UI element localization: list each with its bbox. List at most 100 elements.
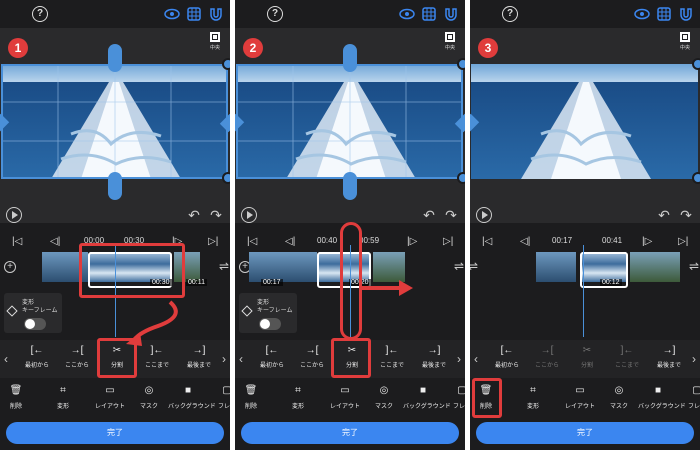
prev-frame-icon[interactable]: ◁| bbox=[50, 236, 60, 247]
chevron-left-icon[interactable]: ‹ bbox=[4, 352, 8, 366]
help-icon[interactable]: ? bbox=[32, 6, 48, 22]
chevron-left-icon[interactable]: ‹ bbox=[474, 352, 478, 366]
rotate-handle[interactable] bbox=[692, 58, 700, 70]
tool-background[interactable]: ■ バックグラウンド bbox=[168, 384, 216, 410]
step-badge: 1 bbox=[8, 38, 28, 58]
action-to-end[interactable]: →] 最後まで bbox=[654, 344, 684, 369]
undo-icon[interactable]: ↶ bbox=[421, 207, 437, 223]
keyframe-panel: 変形 キーフレーム bbox=[239, 293, 297, 333]
swap-icon[interactable]: ⇌ bbox=[454, 259, 464, 273]
tool-mask[interactable]: ◎ マスク bbox=[136, 384, 162, 410]
fit-button[interactable]: 中央 bbox=[443, 32, 457, 54]
keyframe-diamond-icon[interactable] bbox=[6, 305, 18, 317]
eye-icon[interactable] bbox=[164, 6, 180, 22]
video-frame[interactable] bbox=[471, 64, 698, 179]
rotate-handle[interactable] bbox=[222, 58, 230, 70]
redo-icon[interactable]: ↷ bbox=[208, 207, 224, 223]
action-to-start[interactable]: [← 最初から bbox=[257, 344, 287, 369]
magnet-icon[interactable] bbox=[678, 6, 694, 22]
grid-icon[interactable] bbox=[421, 6, 437, 22]
keyframe-diamond-icon[interactable] bbox=[241, 305, 253, 317]
clip-left[interactable] bbox=[536, 252, 576, 282]
grid-icon[interactable] bbox=[186, 6, 202, 22]
top-handle[interactable] bbox=[343, 44, 357, 72]
magnet-icon[interactable] bbox=[443, 6, 459, 22]
bottom-handle[interactable] bbox=[343, 172, 357, 200]
action-to-start[interactable]: [← 最初から bbox=[492, 344, 522, 369]
eye-icon[interactable] bbox=[399, 6, 415, 22]
tool-layout[interactable]: ▭ レイアウト bbox=[560, 384, 600, 410]
play-icon[interactable] bbox=[241, 207, 257, 223]
action-split[interactable]: ✂ 分割 bbox=[572, 344, 602, 369]
tool-frame[interactable]: ▢ フレー bbox=[212, 384, 230, 410]
undo-icon[interactable]: ↶ bbox=[186, 207, 202, 223]
tool-delete[interactable]: 🗑 削除 bbox=[239, 384, 263, 410]
jump-end-icon[interactable]: ▷| bbox=[678, 236, 688, 247]
eye-icon[interactable] bbox=[634, 6, 650, 22]
tool-transform[interactable]: ⌗ 変形 bbox=[283, 384, 313, 410]
playhead[interactable] bbox=[583, 245, 584, 337]
action-to-end[interactable]: →] 最後まで bbox=[419, 344, 449, 369]
tool-mask[interactable]: ◎ マスク bbox=[606, 384, 632, 410]
keyframe-toggle[interactable] bbox=[24, 318, 46, 330]
keyframe-toggle[interactable] bbox=[259, 318, 281, 330]
fit-button[interactable]: 中央 bbox=[208, 32, 222, 54]
fit-button[interactable]: 中央 bbox=[678, 32, 692, 54]
action-to-start[interactable]: [← 最初から bbox=[22, 344, 52, 369]
action-to-here[interactable]: ]← ここまで bbox=[377, 344, 407, 369]
play-icon[interactable] bbox=[476, 207, 492, 223]
chevron-right-icon[interactable]: › bbox=[692, 352, 696, 366]
rotate-handle[interactable] bbox=[457, 58, 465, 70]
redo-icon[interactable]: ↷ bbox=[678, 207, 694, 223]
jump-start-icon[interactable]: |◁ bbox=[247, 236, 257, 247]
chevron-right-icon[interactable]: › bbox=[222, 352, 226, 366]
swap-icon[interactable]: ⇌ bbox=[470, 259, 478, 273]
tool-layout[interactable]: ▭ レイアウト bbox=[90, 384, 130, 410]
chevron-left-icon[interactable]: ‹ bbox=[239, 352, 243, 366]
chevron-right-icon[interactable]: › bbox=[457, 352, 461, 366]
bottom-handle[interactable] bbox=[108, 172, 122, 200]
tool-frame[interactable]: ▢ フレー bbox=[447, 384, 465, 410]
resize-handle[interactable] bbox=[692, 172, 700, 184]
grid-icon[interactable] bbox=[656, 6, 672, 22]
undo-icon[interactable]: ↶ bbox=[656, 207, 672, 223]
done-button[interactable]: 完了 bbox=[6, 422, 224, 444]
resize-handle[interactable] bbox=[222, 172, 230, 184]
done-button[interactable]: 完了 bbox=[241, 422, 459, 444]
next-frame-icon[interactable]: |▷ bbox=[642, 236, 652, 247]
action-from-here[interactable]: →[ここから bbox=[297, 344, 327, 369]
magnet-icon[interactable] bbox=[208, 6, 224, 22]
jump-start-icon[interactable]: |◁ bbox=[12, 236, 22, 247]
swap-icon-right[interactable]: ⇌ bbox=[689, 259, 699, 273]
clip-left[interactable] bbox=[249, 252, 317, 282]
jump-end-icon[interactable]: ▷| bbox=[443, 236, 453, 247]
prev-frame-icon[interactable]: ◁| bbox=[285, 236, 295, 247]
help-icon[interactable]: ? bbox=[502, 6, 518, 22]
help-icon[interactable]: ? bbox=[267, 6, 283, 22]
tool-transform[interactable]: ⌗ 変形 bbox=[518, 384, 548, 410]
tool-background[interactable]: ■ バックグラウンド bbox=[638, 384, 686, 410]
next-frame-icon[interactable]: |▷ bbox=[407, 236, 417, 247]
tool-label: マスク bbox=[139, 404, 158, 410]
action-to-end[interactable]: →] 最後まで bbox=[184, 344, 214, 369]
tool-layout[interactable]: ▭ レイアウト bbox=[325, 384, 365, 410]
action-from-here[interactable]: →[ここから bbox=[532, 344, 562, 369]
tool-background[interactable]: ■ バックグラウンド bbox=[403, 384, 451, 410]
add-clip-icon[interactable]: + bbox=[4, 261, 16, 273]
jump-start-icon[interactable]: |◁ bbox=[482, 236, 492, 247]
tool-frame[interactable]: ▢ フレー bbox=[682, 384, 700, 410]
play-icon[interactable] bbox=[6, 207, 22, 223]
tool-transform[interactable]: ⌗ 変形 bbox=[48, 384, 78, 410]
top-handle[interactable] bbox=[108, 44, 122, 72]
done-button[interactable]: 完了 bbox=[476, 422, 694, 444]
tool-mask[interactable]: ◎ マスク bbox=[371, 384, 397, 410]
prev-frame-icon[interactable]: ◁| bbox=[520, 236, 530, 247]
jump-end-icon[interactable]: ▷| bbox=[208, 236, 218, 247]
tool-delete[interactable]: 🗑 削除 bbox=[4, 384, 28, 410]
swap-icon[interactable]: ⇌ bbox=[219, 259, 229, 273]
action-from-here[interactable]: →[ここから bbox=[62, 344, 92, 369]
action-to-here[interactable]: ]← ここまで bbox=[612, 344, 642, 369]
redo-icon[interactable]: ↷ bbox=[443, 207, 459, 223]
clip-right[interactable] bbox=[630, 252, 680, 282]
resize-handle[interactable] bbox=[457, 172, 465, 184]
